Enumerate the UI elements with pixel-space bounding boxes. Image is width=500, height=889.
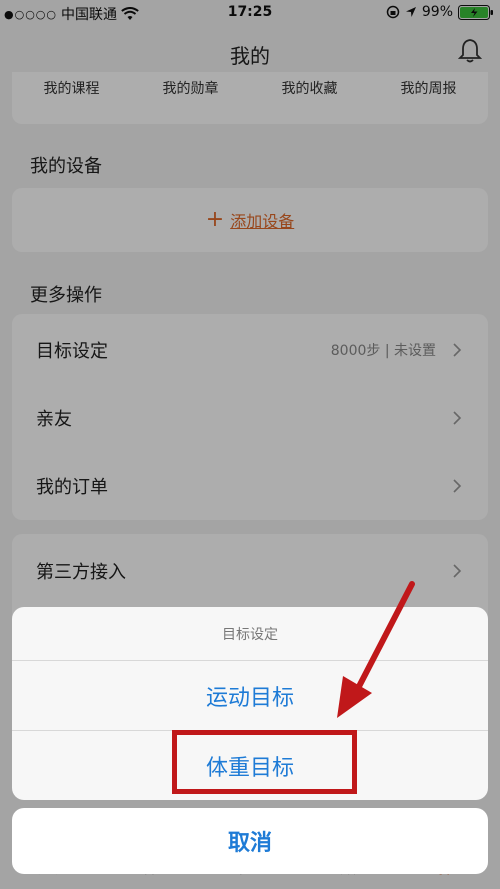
annotation-highlight-box [172, 730, 357, 794]
cancel-button[interactable]: 取消 [12, 808, 488, 874]
option-exercise-goal[interactable]: 运动目标 [12, 661, 488, 731]
action-sheet-title: 目标设定 [12, 607, 488, 661]
